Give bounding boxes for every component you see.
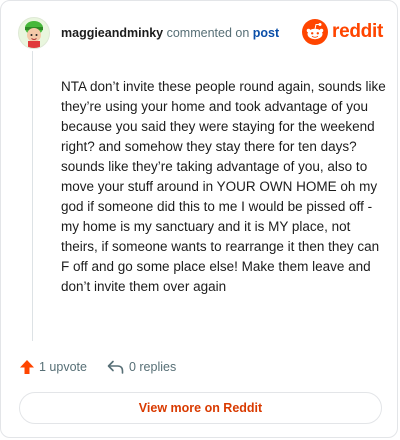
logo-text: reddit	[332, 21, 383, 42]
post-link[interactable]: post	[253, 26, 279, 40]
upvote-button[interactable]: 1 upvote	[19, 359, 87, 375]
reddit-logo[interactable]: reddit	[302, 19, 383, 45]
view-more-button[interactable]: View more on Reddit	[19, 392, 382, 424]
replies-count: 0 replies	[128, 360, 177, 374]
upvote-arrow-icon	[20, 360, 34, 374]
reply-arrow-icon	[107, 360, 124, 374]
comment-card: maggieandminky commented on post reddit …	[0, 0, 398, 438]
action-text: commented on	[166, 26, 250, 40]
upvote-count: 1 upvote	[39, 360, 87, 374]
reddit-snoo-icon	[302, 19, 329, 45]
avatar[interactable]	[18, 17, 50, 49]
thread-line	[32, 51, 33, 341]
comment-footer: 1 upvote 0 replies	[19, 359, 176, 375]
avatar-icon	[25, 21, 43, 48]
username[interactable]: maggieandminky	[61, 26, 163, 40]
comment-header: maggieandminky commented on post	[61, 26, 279, 40]
replies-button[interactable]: 0 replies	[107, 360, 176, 374]
comment-body: NTA don’t invite these people round agai…	[61, 79, 386, 294]
